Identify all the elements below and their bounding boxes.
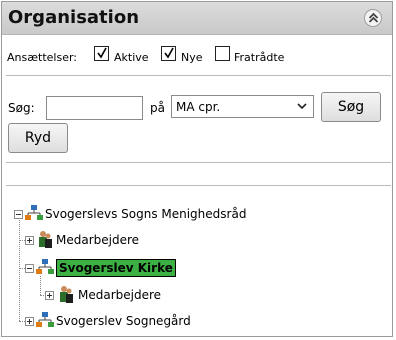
divider bbox=[6, 75, 391, 76]
clear-button[interactable]: Ryd bbox=[8, 123, 68, 153]
search-field-select[interactable]: MA cpr. bbox=[171, 95, 314, 118]
tree-node-label: Svogerslevs Sogns Menighedsråd bbox=[45, 207, 247, 221]
search-button[interactable]: Søg bbox=[321, 92, 381, 122]
organization-icon bbox=[36, 259, 54, 278]
tree-connector bbox=[40, 276, 41, 295]
employees-icon bbox=[37, 230, 53, 251]
organization-icon bbox=[36, 312, 54, 331]
expand-node-icon[interactable] bbox=[25, 317, 34, 326]
collapse-node-icon[interactable] bbox=[14, 210, 23, 219]
search-field-selected: MA cpr. bbox=[176, 100, 221, 114]
checkbox-fratraadte-label: Fratrådte bbox=[234, 51, 285, 64]
employees-icon bbox=[58, 285, 74, 306]
divider bbox=[6, 185, 391, 186]
checkbox-aktive-label: Aktive bbox=[114, 51, 149, 64]
organization-icon bbox=[25, 205, 43, 224]
organisation-panel: Organisation Ansættelser: Aktive Nye Fra… bbox=[1, 1, 393, 337]
panel-header: Organisation bbox=[2, 2, 392, 35]
checkbox-aktive[interactable] bbox=[94, 46, 109, 61]
tree-node-label: Medarbejdere bbox=[56, 233, 140, 247]
tree-connector bbox=[19, 220, 20, 321]
tree-node-label: Medarbejdere bbox=[78, 288, 162, 302]
expand-node-icon[interactable] bbox=[45, 291, 54, 300]
collapse-node-icon[interactable] bbox=[25, 264, 34, 273]
panel-title: Organisation bbox=[8, 7, 140, 28]
divider bbox=[6, 162, 391, 163]
checkbox-fratraadte[interactable] bbox=[215, 46, 230, 61]
tree-node-label: Svogerslev Sognegård bbox=[56, 314, 191, 328]
checkbox-nye[interactable] bbox=[161, 46, 176, 61]
employment-filter-label: Ansættelser: bbox=[7, 51, 78, 64]
expand-node-icon[interactable] bbox=[25, 236, 34, 245]
checkbox-nye-label: Nye bbox=[181, 51, 203, 64]
tree-node-label: Svogerslev Kirke bbox=[56, 259, 176, 277]
search-label: Søg: bbox=[8, 101, 35, 115]
collapse-button[interactable] bbox=[364, 9, 382, 27]
search-input[interactable] bbox=[46, 96, 143, 120]
search-field-label: på bbox=[150, 101, 165, 115]
